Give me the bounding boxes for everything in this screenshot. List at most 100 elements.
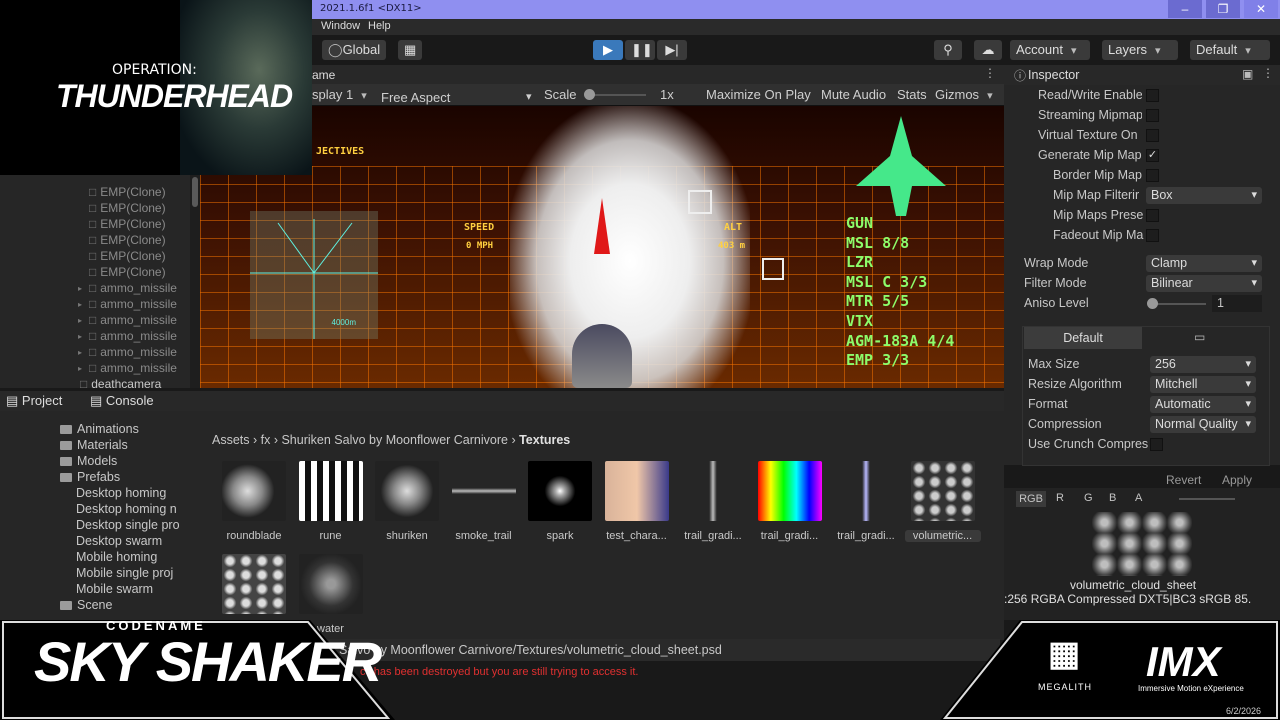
hierarchy-item[interactable]: EMP(Clone) <box>89 201 165 215</box>
compression-dropdown[interactable]: Normal Quality <box>1150 416 1256 433</box>
hierarchy-item[interactable]: ammo_missile <box>89 329 177 343</box>
expand-caret-icon[interactable]: ▸ <box>78 348 82 357</box>
folder-tree-item[interactable]: Desktop swarm <box>76 534 162 548</box>
hierarchy-item[interactable]: EMP(Clone) <box>89 265 165 279</box>
tab-platform-default[interactable]: Default <box>1024 327 1142 349</box>
game-viewport[interactable]: 4000m JECTIVES SPEED 0 MPH ALT 403 m GUN… <box>200 106 1004 388</box>
asset-tile[interactable]: trail_gradi... <box>752 461 828 542</box>
layout-dropdown[interactable]: Default <box>1190 40 1270 60</box>
display-dropdown[interactable]: splay 1 <box>312 87 367 102</box>
play-button[interactable]: ▶ <box>593 40 623 60</box>
folder-tree-item[interactable]: Desktop homing n <box>76 502 177 516</box>
folder-tree-item[interactable]: Desktop homing <box>76 486 166 500</box>
hierarchy-item[interactable]: ammo_missile <box>89 313 177 327</box>
maximize-on-play-toggle[interactable]: Maximize On Play <box>706 87 811 102</box>
folder-tree-item[interactable]: Animations <box>60 422 139 436</box>
hierarchy-item[interactable]: ammo_missile <box>89 297 177 311</box>
breadcrumb-item[interactable]: Textures <box>519 433 570 447</box>
inspector-checkbox[interactable] <box>1146 129 1159 142</box>
hierarchy-item[interactable]: ammo_missile <box>89 345 177 359</box>
asset-tile[interactable]: test_chara... <box>599 461 675 542</box>
inspector-checkbox[interactable] <box>1146 209 1159 222</box>
apply-button[interactable]: Apply <box>1222 473 1252 487</box>
channel-rgb-toggle[interactable]: RGB <box>1016 491 1046 507</box>
tab-project[interactable]: ▤ Project <box>6 393 62 409</box>
hierarchy-item[interactable]: EMP(Clone) <box>89 185 165 199</box>
expand-caret-icon[interactable]: ▸ <box>78 364 82 373</box>
pause-button[interactable]: ❚❚ <box>625 40 655 60</box>
tab-inspector[interactable]: Inspector <box>1028 68 1079 82</box>
account-dropdown[interactable]: Account <box>1010 40 1090 60</box>
hierarchy-item[interactable]: EMP(Clone) <box>89 249 165 263</box>
format-dropdown[interactable]: Automatic <box>1150 396 1256 413</box>
maximize-button[interactable]: ❐ <box>1206 0 1240 18</box>
gizmos-dropdown[interactable]: Gizmos <box>935 87 993 102</box>
folder-tree-item[interactable]: Scene <box>60 598 112 612</box>
hierarchy-item[interactable]: ammo_missile <box>89 361 177 375</box>
folder-tree-item[interactable]: Mobile homing <box>76 550 157 564</box>
aniso-level-field[interactable]: 1 <box>1212 295 1262 312</box>
asset-tile[interactable]: volumetric... <box>904 461 981 542</box>
expand-caret-icon[interactable]: ▸ <box>78 284 82 293</box>
folder-tree-item[interactable]: Desktop single pro <box>76 518 180 532</box>
resize-algorithm-dropdown[interactable]: Mitchell <box>1150 376 1256 393</box>
asset-tile[interactable]: rune <box>293 461 369 542</box>
filter-mode-dropdown[interactable]: Bilinear <box>1146 275 1262 292</box>
kebab-menu-icon[interactable]: ⋮ <box>1262 66 1274 80</box>
channel-b-toggle[interactable]: B <box>1109 492 1116 504</box>
mip-slider[interactable] <box>1179 498 1235 500</box>
expand-caret-icon[interactable]: ▸ <box>78 332 82 341</box>
channel-g-toggle[interactable]: G <box>1084 492 1093 504</box>
cloud-button[interactable]: ☁ <box>974 40 1002 60</box>
revert-button[interactable]: Revert <box>1166 473 1201 487</box>
channel-r-toggle[interactable]: R <box>1056 492 1064 504</box>
breadcrumb-item[interactable]: Shuriken Salvo by Moonflower Carnivore <box>281 433 508 447</box>
inspector-checkbox[interactable] <box>1146 89 1159 102</box>
expand-caret-icon[interactable]: ▸ <box>78 300 82 309</box>
hierarchy-item[interactable]: EMP(Clone) <box>89 217 165 231</box>
folder-tree-item[interactable]: Mobile single proj <box>76 566 173 580</box>
asset-tile[interactable]: spark <box>522 461 598 542</box>
minimize-button[interactable]: – <box>1168 0 1202 18</box>
breadcrumb-item[interactable]: Assets <box>212 433 250 447</box>
hierarchy-scrollbar[interactable] <box>190 175 200 388</box>
search-button[interactable]: ⚲ <box>934 40 962 60</box>
asset-tile[interactable]: shuriken <box>369 461 445 542</box>
scrollbar-thumb[interactable] <box>192 177 198 207</box>
asset-tile[interactable]: trail_gradi... <box>675 461 751 542</box>
expand-caret-icon[interactable]: ▸ <box>78 316 82 325</box>
folder-tree-item[interactable]: Materials <box>60 438 128 452</box>
mipmap-filter-dropdown[interactable]: Box <box>1146 187 1262 204</box>
folder-tree-item[interactable]: Prefabs <box>60 470 120 484</box>
scale-slider[interactable] <box>586 94 646 96</box>
folder-tree-item[interactable]: Mobile swarm <box>76 582 153 596</box>
grid-snap-button[interactable]: ▦ <box>398 40 422 60</box>
close-button[interactable]: ✕ <box>1244 0 1278 18</box>
inspector-checkbox[interactable] <box>1146 109 1159 122</box>
asset-tile[interactable]: trail_gradi... <box>828 461 904 542</box>
layers-dropdown[interactable]: Layers <box>1102 40 1178 60</box>
channel-a-toggle[interactable]: A <box>1135 492 1142 504</box>
breadcrumb-item[interactable]: fx <box>261 433 271 447</box>
lock-icon[interactable]: ▣ <box>1242 67 1253 81</box>
tab-console[interactable]: ▤ Console <box>90 393 154 409</box>
mute-audio-toggle[interactable]: Mute Audio <box>821 87 886 102</box>
hierarchy-item[interactable]: deathcamera <box>80 377 161 391</box>
hierarchy-item[interactable]: ammo_missile <box>89 281 177 295</box>
inspector-checkbox[interactable] <box>1146 169 1159 182</box>
global-toggle[interactable]: ◯Global <box>322 40 387 60</box>
inspector-checkbox[interactable]: ✓ <box>1146 149 1159 162</box>
stats-toggle[interactable]: Stats <box>897 87 927 102</box>
monitor-icon[interactable]: ▭ <box>1194 330 1205 344</box>
folder-tree-item[interactable]: Models <box>60 454 117 468</box>
asset-tile[interactable]: roundblade <box>216 461 292 542</box>
inspector-checkbox[interactable] <box>1146 229 1159 242</box>
crunch-compression-checkbox[interactable] <box>1150 438 1163 451</box>
max-size-dropdown[interactable]: 256 <box>1150 356 1256 373</box>
kebab-menu-icon[interactable]: ⋮ <box>984 66 996 80</box>
aniso-slider-knob[interactable] <box>1147 298 1158 309</box>
menu-window[interactable]: Window <box>321 20 360 32</box>
scale-slider-knob[interactable] <box>584 89 595 100</box>
asset-tile[interactable]: smoke_trail <box>446 461 522 542</box>
tab-game[interactable]: ame <box>312 68 335 82</box>
